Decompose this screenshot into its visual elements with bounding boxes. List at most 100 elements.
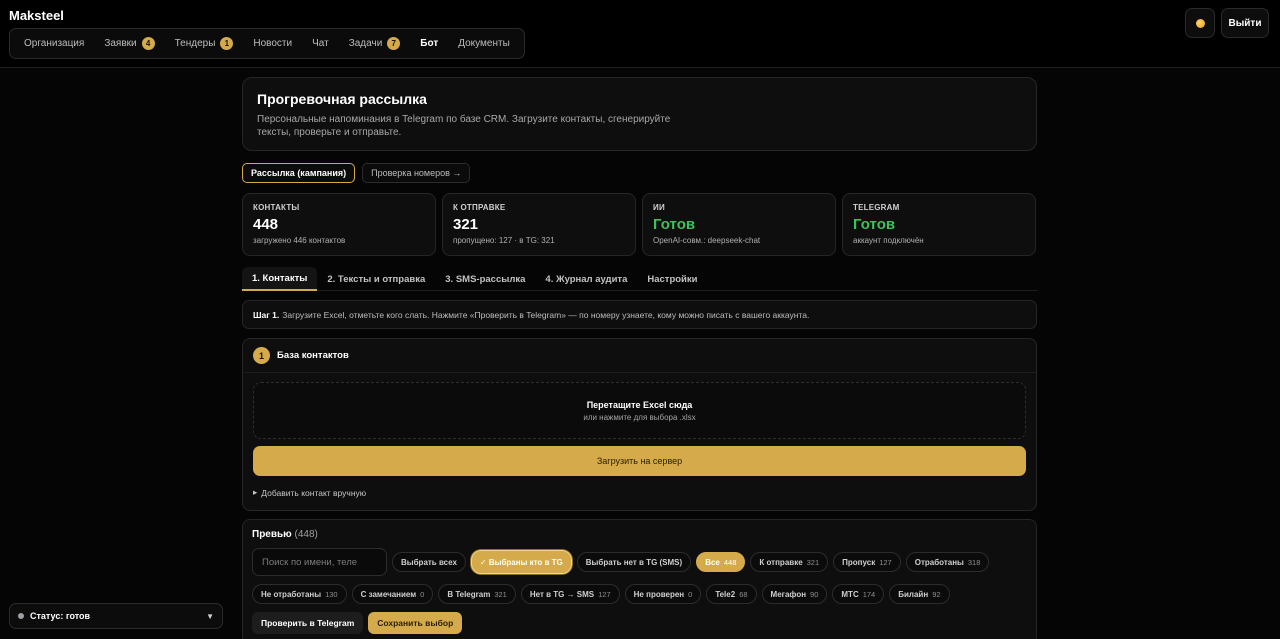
save-selection-button[interactable]: Сохранить выбор bbox=[368, 612, 463, 634]
stat-sub: аккаунт подключён bbox=[853, 236, 924, 245]
chip-label: Отработаны bbox=[914, 557, 964, 567]
preview-panel: Превью (448) Выбрать всех ✓ Выбраны кто … bbox=[242, 519, 1037, 639]
nav-label: Чат bbox=[312, 38, 329, 49]
check-telegram-button[interactable]: Проверить в Telegram bbox=[252, 612, 364, 634]
stat-card-to-send: К ОТПРАВКЕ 321 пропущено: 127 · в TG: 32… bbox=[442, 193, 636, 256]
filter-chip-skip[interactable]: Пропуск 127 bbox=[833, 552, 901, 572]
chip-count: 130 bbox=[325, 589, 338, 599]
page-title: Прогревочная рассылка bbox=[257, 91, 427, 107]
nav-label: Документы bbox=[458, 38, 510, 49]
chip-count: 127 bbox=[598, 589, 611, 599]
chip-label: Не отработаны bbox=[261, 589, 322, 599]
chip-label: С замечанием bbox=[360, 589, 417, 599]
chip-label: Не проверен bbox=[633, 589, 685, 599]
chip-label: Пропуск bbox=[842, 557, 876, 567]
nav-item-requests[interactable]: Заявки 4 bbox=[94, 31, 164, 56]
chip-count: 0 bbox=[420, 589, 425, 599]
nav-label: Организация bbox=[24, 38, 85, 49]
nav-item-documents[interactable]: Документы bbox=[448, 31, 520, 56]
preview-title: Превью (448) bbox=[252, 529, 1027, 540]
chip-count: 127 bbox=[879, 557, 892, 567]
stat-label: TELEGRAM bbox=[853, 203, 900, 212]
contacts-panel: 1 База контактов Перетащите Excel сюда и… bbox=[242, 338, 1037, 511]
chip-count: 448 bbox=[723, 557, 737, 567]
chip-count: 68 bbox=[739, 589, 748, 599]
chip-label: Билайн bbox=[898, 589, 929, 599]
stats-row: КОНТАКТЫ 448 загружено 446 контактов К О… bbox=[242, 193, 1037, 256]
nav-item-organization[interactable]: Организация bbox=[14, 31, 94, 56]
filter-chip-unprocessed[interactable]: Не отработаны 130 bbox=[252, 584, 347, 604]
hero-card: Прогревочная рассылка Персональные напом… bbox=[242, 77, 1037, 151]
sun-icon bbox=[1195, 18, 1205, 28]
select-tg-button[interactable]: ✓ Выбраны кто в TG bbox=[470, 550, 572, 574]
tab-number-check[interactable]: Проверка номеров → bbox=[362, 163, 471, 183]
status-label: Статус: готов bbox=[30, 611, 91, 621]
hint-text: Загрузите Excel, отметьте кого слать. На… bbox=[282, 309, 810, 320]
chip-label: К отправке bbox=[759, 557, 803, 567]
add-contact-toggle[interactable]: ▸ Добавить контакт вручную bbox=[253, 487, 1026, 498]
tab-contacts[interactable]: 1. Контакты bbox=[242, 267, 318, 291]
filter-chip-to-send[interactable]: К отправке 321 bbox=[750, 552, 829, 572]
filter-chip-mts[interactable]: МТС 174 bbox=[832, 584, 885, 604]
chip-label: Все bbox=[705, 557, 720, 567]
stat-value: Готов bbox=[853, 216, 896, 233]
dropzone-title: Перетащите Excel сюда bbox=[586, 399, 693, 410]
filter-chip-all[interactable]: Все 448 bbox=[696, 552, 746, 572]
tab-texts[interactable]: 2. Тексты и отправка bbox=[317, 267, 435, 291]
tab-settings[interactable]: Настройки bbox=[637, 267, 707, 291]
chip-count: 174 bbox=[862, 589, 876, 599]
stat-value: 321 bbox=[453, 216, 479, 233]
chip-count: 0 bbox=[688, 589, 693, 599]
chip-label: Tele2 bbox=[715, 589, 736, 599]
triangle-right-icon: ▸ bbox=[253, 487, 258, 497]
stat-value: Готов bbox=[653, 216, 696, 233]
status-dropdown[interactable]: Статус: готов ▼ bbox=[9, 603, 223, 629]
select-no-tg-button[interactable]: Выбрать нет в TG (SMS) bbox=[576, 552, 692, 572]
filter-chip-processed[interactable]: Отработаны 318 bbox=[905, 552, 990, 572]
count-badge: 7 bbox=[387, 37, 401, 50]
dropzone-subtitle: или нажмите для выбора .xlsx bbox=[583, 412, 696, 422]
stat-sub: пропущено: 127 · в TG: 321 bbox=[453, 236, 555, 245]
step-hint: Шаг 1. Загрузите Excel, отметьте кого сл… bbox=[242, 300, 1037, 329]
nav-item-tasks[interactable]: Задачи 7 bbox=[339, 31, 411, 56]
nav-item-news[interactable]: Новости bbox=[243, 31, 302, 56]
brand-logo[interactable]: Maksteel bbox=[9, 8, 64, 23]
nav-label: Новости bbox=[253, 38, 293, 49]
tab-sms[interactable]: 3. SMS-рассылка bbox=[435, 267, 535, 291]
preview-title-text: Превью bbox=[252, 529, 292, 540]
stat-value: 448 bbox=[253, 216, 279, 233]
nav-label: Заявки bbox=[104, 38, 137, 49]
filter-chip-beeline[interactable]: Билайн 92 bbox=[889, 584, 950, 604]
select-all-button[interactable]: Выбрать всех bbox=[392, 552, 466, 572]
top-bar: Maksteel Организация Заявки 4 Тендеры 1 Но… bbox=[0, 0, 1280, 68]
search-input[interactable] bbox=[252, 548, 387, 576]
main-content: Прогревочная рассылка Персональные напом… bbox=[242, 77, 1037, 639]
theme-toggle-button[interactable] bbox=[1185, 8, 1215, 38]
filter-chip-tele2[interactable]: Tele2 68 bbox=[706, 584, 757, 604]
caret-down-icon: ▼ bbox=[206, 611, 214, 621]
tab-audit-log[interactable]: 4. Журнал аудита bbox=[535, 267, 637, 291]
nav-label: Задачи bbox=[348, 38, 383, 49]
filter-chip-no-tg-sms[interactable]: Нет в TG → SMS 127 bbox=[520, 584, 620, 604]
hint-step: Шаг 1. bbox=[253, 309, 280, 320]
add-contact-label: Добавить контакт вручную bbox=[261, 487, 367, 498]
nav-item-bot[interactable]: Бот bbox=[410, 31, 448, 56]
filter-chip-megafon[interactable]: Мегафон 90 bbox=[761, 584, 828, 604]
preview-count: (448) bbox=[294, 529, 318, 540]
panel-header: 1 База контактов bbox=[243, 339, 1036, 373]
chip-label: МТС bbox=[841, 589, 859, 599]
upload-button[interactable]: Загрузить на сервер bbox=[253, 446, 1026, 476]
page-description: Персональные напоминания в Telegram по б… bbox=[257, 114, 671, 138]
stat-label: КОНТАКТЫ bbox=[253, 203, 300, 212]
logout-button[interactable]: Выйти bbox=[1221, 8, 1269, 38]
nav-item-tenders[interactable]: Тендеры 1 bbox=[165, 31, 244, 56]
tab-campaign[interactable]: Рассылка (кампания) bbox=[242, 163, 356, 183]
stat-sub: загружено 446 контактов bbox=[253, 236, 346, 245]
filter-chip-with-remark[interactable]: С замечанием 0 bbox=[351, 584, 434, 604]
excel-dropzone[interactable]: Перетащите Excel сюда или нажмите для вы… bbox=[253, 382, 1026, 439]
filter-chip-unchecked[interactable]: Не проверен 0 bbox=[624, 584, 702, 604]
nav-item-chat[interactable]: Чат bbox=[302, 31, 339, 56]
count-badge: 1 bbox=[220, 37, 234, 50]
main-nav: Организация Заявки 4 Тендеры 1 Новости Чат… bbox=[9, 28, 525, 59]
filter-chip-in-telegram[interactable]: В Telegram 321 bbox=[438, 584, 516, 604]
